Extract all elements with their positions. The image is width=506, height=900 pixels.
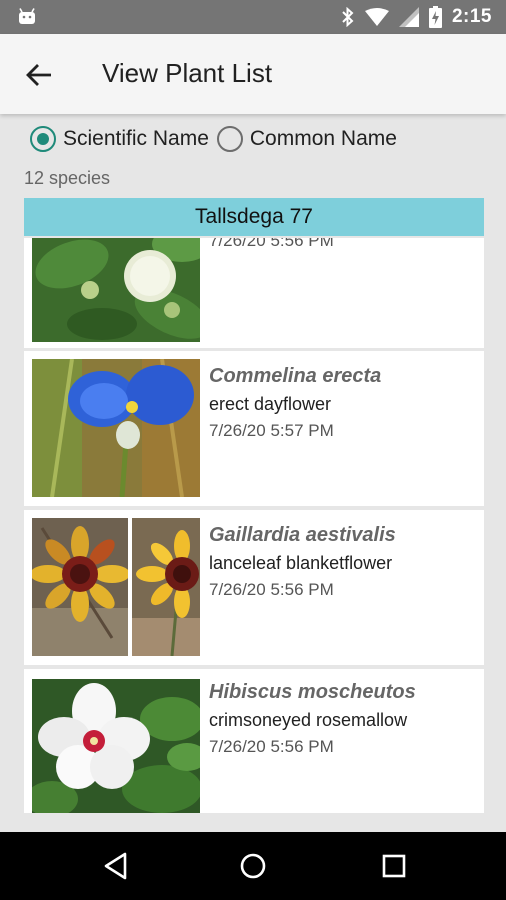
list-header: Tallsdega 77 — [24, 198, 484, 236]
plant-common-name: lanceleaf blanketflower — [209, 553, 393, 573]
nav-recents-icon[interactable] — [378, 850, 410, 882]
plant-scientific-name: Gaillardia aestivalis — [209, 524, 396, 546]
plant-info: buttonbush 7/26/20 5:56 PM — [209, 238, 334, 251]
app-bar: View Plant List — [0, 34, 506, 114]
plant-date: 7/26/20 5:56 PM — [209, 737, 334, 756]
status-clock: 2:15 — [451, 6, 492, 27]
plant-photo — [32, 679, 200, 813]
battery-charging-icon — [428, 6, 442, 28]
plant-list-item[interactable]: Hibiscus moscheutos crimsoneyed rosemall… — [24, 669, 484, 813]
plant-list-item[interactable]: Commelina erecta erect dayflower 7/26/20… — [24, 351, 484, 506]
bluetooth-icon — [342, 7, 354, 27]
plant-scientific-name: Hibiscus moscheutos — [209, 681, 416, 703]
plant-photo — [132, 518, 200, 656]
plant-info: Hibiscus moscheutos crimsoneyed rosemall… — [209, 681, 416, 757]
cell-signal-icon — [398, 7, 419, 27]
plant-date: 7/26/20 5:57 PM — [209, 421, 334, 440]
plant-date: 7/26/20 5:56 PM — [209, 580, 334, 599]
nav-home-icon[interactable] — [237, 850, 269, 882]
plant-date: 7/26/20 5:56 PM — [209, 238, 334, 250]
name-type-toggle: Scientific Name Common Name — [30, 122, 405, 156]
status-bar: 2:15 — [0, 0, 506, 34]
plant-info: Gaillardia aestivalis lanceleaf blanketf… — [209, 524, 396, 600]
common-name-label: Common Name — [249, 127, 397, 150]
radio-unselected-icon — [216, 126, 243, 152]
plant-list-item[interactable]: buttonbush 7/26/20 5:56 PM — [24, 238, 484, 348]
plant-common-name: crimsoneyed rosemallow — [209, 710, 408, 730]
nav-back-icon[interactable] — [100, 850, 132, 882]
scientific-name-radio[interactable]: Scientific Name — [30, 126, 209, 152]
plant-scientific-name: Commelina erecta — [209, 365, 382, 387]
species-count: 12 species — [24, 168, 111, 188]
plant-common-name: erect dayflower — [209, 394, 332, 414]
radio-selected-icon — [30, 126, 56, 152]
plant-photo — [32, 518, 128, 656]
plant-info: Commelina erecta erect dayflower 7/26/20… — [209, 365, 381, 441]
plant-photo — [32, 359, 200, 497]
plant-list-item[interactable]: Gaillardia aestivalis lanceleaf blanketf… — [24, 510, 484, 665]
wifi-icon — [364, 8, 389, 26]
plant-list[interactable]: buttonbush 7/26/20 5:56 PM Commelina ere… — [24, 238, 484, 813]
page-title: View Plant List — [102, 58, 273, 88]
back-arrow-icon[interactable] — [24, 60, 54, 90]
plant-photo — [32, 238, 200, 342]
scientific-name-label: Scientific Name — [63, 127, 209, 150]
navigation-bar — [0, 832, 506, 900]
common-name-radio[interactable]: Common Name — [216, 126, 397, 152]
android-notification-icon — [19, 8, 35, 24]
